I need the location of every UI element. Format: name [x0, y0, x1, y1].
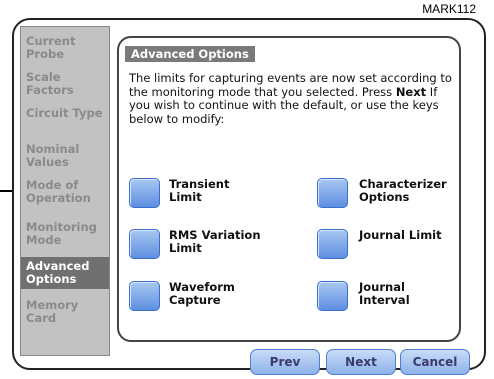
waveform-capture-button[interactable] [129, 281, 160, 311]
characterizer-options-label: Characterizer Options [359, 177, 447, 204]
rms-variation-limit-button[interactable] [129, 229, 160, 259]
sidebar: Current Probe Scale Factors Circuit Type… [20, 26, 110, 356]
characterizer-options-button[interactable] [317, 178, 348, 208]
sidebar-item-monitoring-mode[interactable]: Monitoring Mode [21, 221, 109, 247]
journal-limit-label: Journal Limit [359, 228, 442, 242]
sidebar-item-scale-factors[interactable]: Scale Factors [21, 71, 109, 97]
sidebar-item-nominal-values[interactable]: Nominal Values [21, 143, 109, 169]
rms-variation-limit-label: RMS Variation Limit [169, 228, 261, 255]
sidebar-item-current-probe[interactable]: Current Probe [21, 35, 109, 61]
cancel-button[interactable]: Cancel [400, 349, 470, 375]
advanced-options-panel: Advanced Options The limits for capturin… [117, 36, 461, 342]
device-screen: Current Probe Scale Factors Circuit Type… [12, 18, 486, 375]
panel-description: The limits for capturing events are now … [129, 71, 452, 126]
journal-interval-button[interactable] [317, 281, 348, 311]
sidebar-item-mode-of-operation[interactable]: Mode of Operation [21, 179, 109, 205]
transient-limit-button[interactable] [129, 178, 160, 208]
transient-limit-label: Transient Limit [169, 177, 230, 204]
figure-label: MARK112 [422, 2, 476, 16]
next-button[interactable]: Next [326, 349, 396, 375]
sidebar-item-memory-card[interactable]: Memory Card [21, 299, 109, 325]
panel-title: Advanced Options [125, 46, 255, 62]
prev-button[interactable]: Prev [250, 349, 320, 375]
journal-limit-button[interactable] [317, 229, 348, 259]
waveform-capture-label: Waveform Capture [169, 280, 235, 307]
sidebar-item-circuit-type[interactable]: Circuit Type [21, 107, 109, 120]
journal-interval-label: Journal Interval [359, 280, 410, 307]
sidebar-item-advanced-options[interactable]: Advanced Options [21, 257, 109, 289]
